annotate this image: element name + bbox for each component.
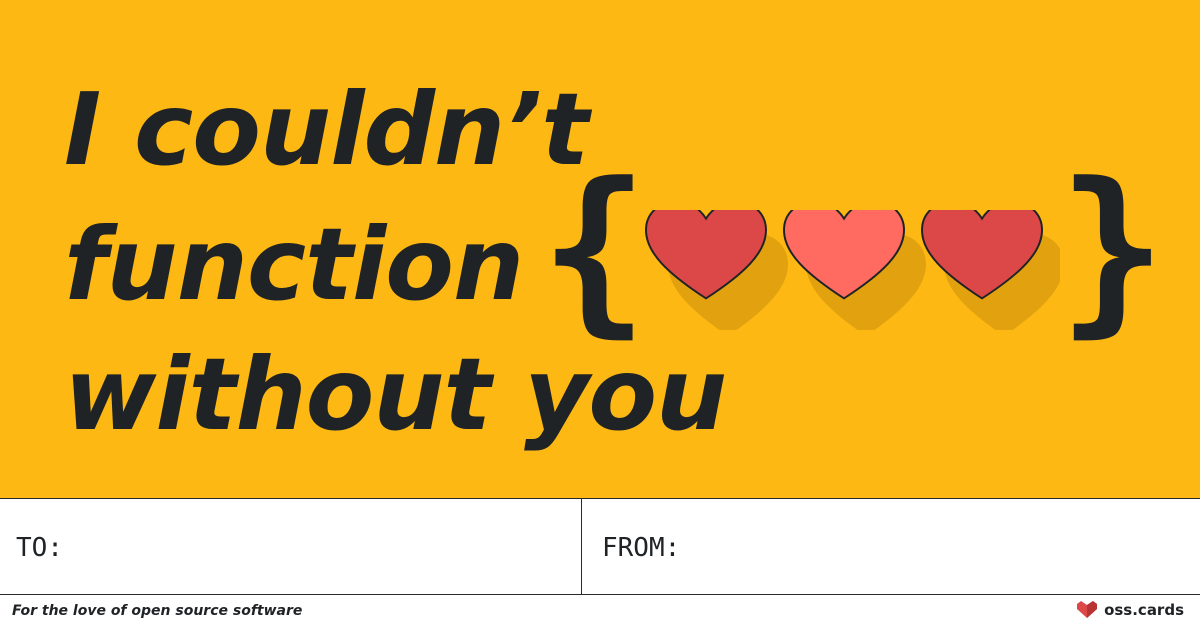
from-field[interactable]: FROM: (582, 499, 1200, 594)
brand[interactable]: oss.cards (1076, 601, 1184, 619)
hearts-svg (644, 210, 1060, 330)
to-label: TO: (16, 533, 63, 563)
headline-line-3: without you (64, 336, 727, 453)
footer-tagline: For the love of open source software (12, 603, 303, 619)
open-brace: { (540, 145, 649, 354)
headline-line-2: function (64, 206, 524, 323)
from-label: FROM: (602, 533, 681, 563)
to-field[interactable]: TO: (0, 499, 582, 594)
headline-line-1: I couldn’t (64, 71, 589, 188)
card-hero: I couldn’t function without you { } (0, 0, 1200, 498)
brand-name: oss.cards (1104, 601, 1184, 619)
brand-heart-icon (1077, 601, 1098, 618)
close-brace: } (1058, 145, 1167, 354)
address-fields: TO: FROM: (0, 498, 1200, 595)
hearts-group (640, 210, 1060, 330)
